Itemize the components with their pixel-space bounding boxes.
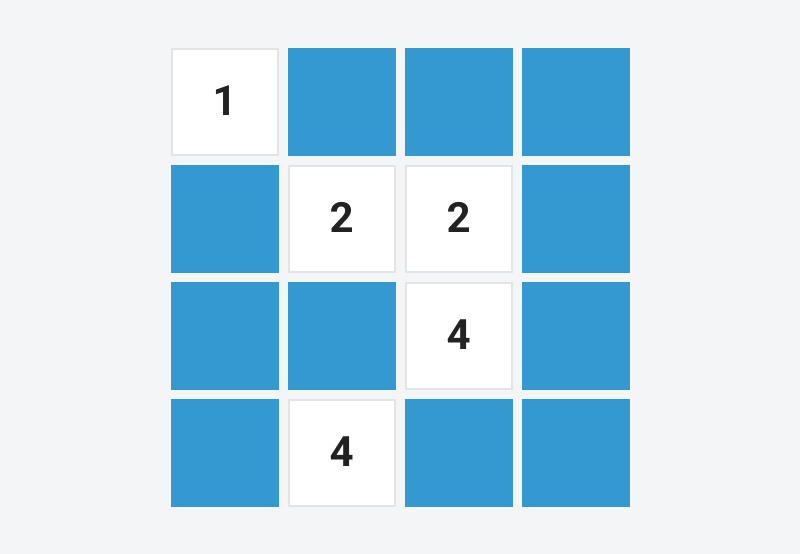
cell-r3-c1[interactable]: 4: [288, 399, 396, 507]
cell-r3-c0[interactable]: [171, 399, 279, 507]
cell-value-label: 2: [446, 198, 470, 240]
board-container: 1 2 2 4 4: [0, 0, 800, 554]
cell-r1-c1[interactable]: 2: [288, 165, 396, 273]
cell-value-label: 4: [446, 315, 470, 357]
cell-r1-c2[interactable]: 2: [405, 165, 513, 273]
cell-r0-c0[interactable]: 1: [171, 48, 279, 156]
cell-r1-c0[interactable]: [171, 165, 279, 273]
cell-value-label: 4: [329, 432, 353, 474]
cell-r0-c2[interactable]: [405, 48, 513, 156]
cell-r3-c3[interactable]: [522, 399, 630, 507]
cell-r2-c1[interactable]: [288, 282, 396, 390]
cell-r2-c3[interactable]: [522, 282, 630, 390]
cell-r0-c3[interactable]: [522, 48, 630, 156]
puzzle-board: 1 2 2 4 4: [171, 48, 630, 507]
cell-r0-c1[interactable]: [288, 48, 396, 156]
cell-value-label: 1: [212, 81, 236, 123]
cell-r2-c2[interactable]: 4: [405, 282, 513, 390]
cell-r1-c3[interactable]: [522, 165, 630, 273]
cell-r3-c2[interactable]: [405, 399, 513, 507]
cell-r2-c0[interactable]: [171, 282, 279, 390]
cell-value-label: 2: [329, 198, 353, 240]
